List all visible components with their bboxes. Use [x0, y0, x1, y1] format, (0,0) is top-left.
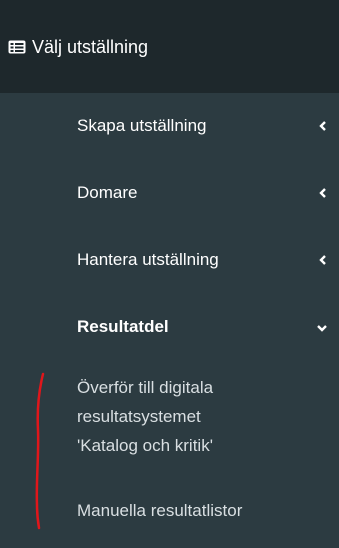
menu-item-label: Resultatdel [77, 317, 169, 336]
submenu-item-line: 'Katalog och kritik' [77, 436, 213, 455]
select-exhibition-header[interactable]: Välj utställning [0, 0, 339, 93]
submenu-item-line: Överför till digitala [77, 378, 214, 397]
submenu-item-manuella-resultatlistor[interactable]: Manuella resultatlistor [77, 498, 327, 523]
menu-item-label: Skapa utställning [77, 116, 207, 135]
chevron-left-icon [319, 255, 326, 265]
submenu-item-overfor-digitala[interactable]: Överför till digitala resultatsystemet '… [77, 375, 327, 458]
menu: Skapa utställning Domare Hantera utställ… [0, 93, 339, 548]
menu-item-label: Domare [77, 183, 138, 202]
chevron-left-icon [319, 188, 326, 198]
red-annotation-mark [35, 372, 45, 530]
chevron-down-icon [317, 325, 327, 332]
submenu-item-line: Manuella resultatlistor [77, 501, 243, 520]
menu-item-domare[interactable]: Domare [0, 160, 339, 230]
header-title: Välj utställning [32, 37, 149, 57]
list-alt-icon [8, 40, 26, 54]
sidebar: Välj utställning Skapa utställning Domar… [0, 0, 339, 548]
submenu-item-line: resultatsystemet [77, 407, 201, 426]
menu-item-label: Hantera utställning [77, 250, 219, 269]
menu-item-resultatdel[interactable]: Resultatdel [0, 294, 339, 364]
menu-item-skapa-utstallning[interactable]: Skapa utställning [0, 93, 339, 163]
chevron-left-icon [319, 121, 326, 131]
menu-item-hantera-utstallning[interactable]: Hantera utställning [0, 227, 339, 297]
